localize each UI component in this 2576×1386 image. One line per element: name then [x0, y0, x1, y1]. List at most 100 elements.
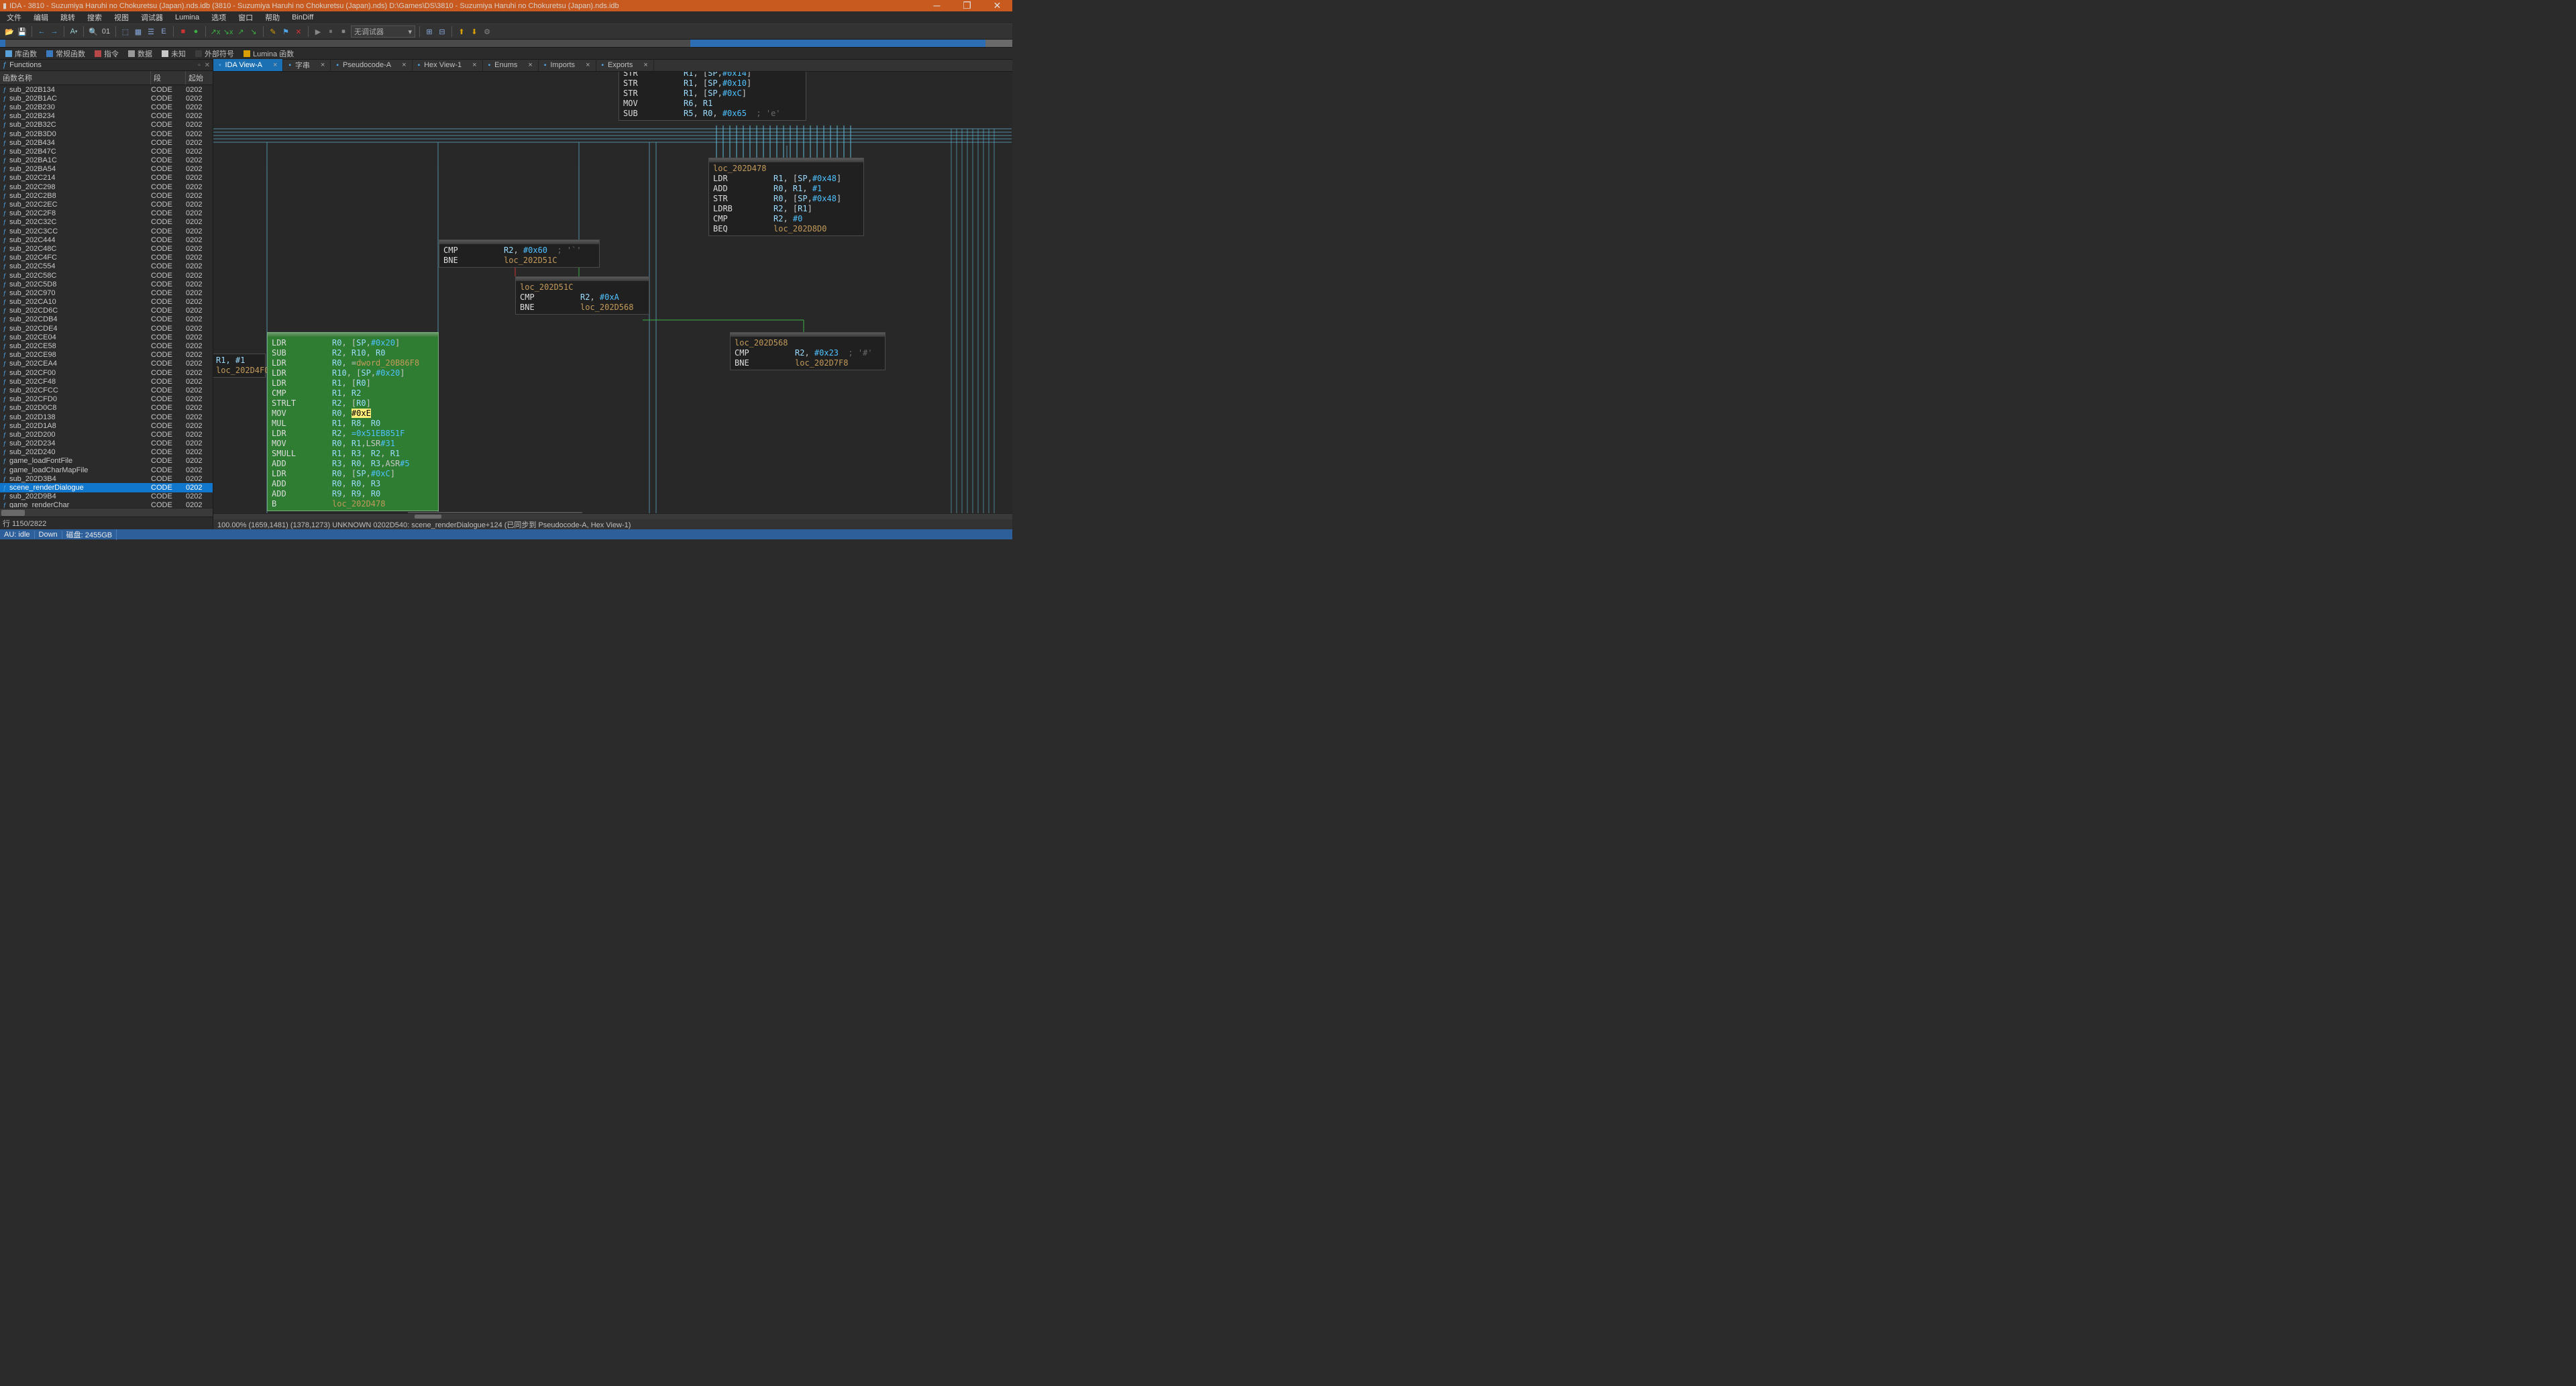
binary-search-icon[interactable]: 01 [101, 26, 111, 37]
function-row[interactable]: ƒsub_202C444CODE0202 [0, 235, 213, 244]
function-row[interactable]: ƒsub_202D3B4CODE0202 [0, 474, 213, 483]
function-row[interactable]: ƒsub_202C214CODE0202 [0, 174, 213, 182]
navigation-band[interactable] [0, 40, 1012, 48]
lumina2-icon[interactable]: ⬇ [469, 26, 480, 37]
maximize-button[interactable]: ❐ [952, 0, 982, 11]
script-icon[interactable]: ✎ [268, 26, 278, 37]
menu-window[interactable]: 窗口 [235, 11, 256, 24]
tab-exports[interactable]: ▪Exports× [596, 59, 654, 71]
function-row[interactable]: ƒgame_loadFontFileCODE0202 [0, 457, 213, 466]
enum-icon[interactable]: E [158, 26, 169, 37]
toggle-a-icon[interactable]: A▾ [68, 26, 79, 37]
run-icon[interactable]: ▶ [313, 26, 323, 37]
function-row[interactable]: ƒsub_202C970CODE0202 [0, 288, 213, 297]
function-row[interactable]: ƒsub_202CFD0CODE0202 [0, 395, 213, 404]
delete-icon[interactable]: ✕ [293, 26, 304, 37]
menu-edit[interactable]: 编辑 [31, 11, 51, 24]
tab-close-icon[interactable]: × [586, 61, 590, 69]
function-row[interactable]: ƒsub_202C4FCCODE0202 [0, 254, 213, 262]
function-row[interactable]: ƒsub_202CE58CODE0202 [0, 341, 213, 350]
graph-node-entry[interactable]: STRR1, [SP,#0x14] STRR1, [SP,#0x10] STRR… [619, 72, 806, 121]
dbg-win1-icon[interactable]: ⊞ [424, 26, 435, 37]
function-row[interactable]: ƒsub_202D0C8CODE0202 [0, 404, 213, 413]
play-green-icon[interactable]: ● [191, 26, 201, 37]
function-row[interactable]: ƒsub_202B134CODE0202 [0, 85, 213, 94]
function-row[interactable]: ƒsub_202C58CCODE0202 [0, 271, 213, 280]
function-row[interactable]: ƒgame_loadCharMapFileCODE0202 [0, 466, 213, 474]
menu-debugger[interactable]: 调试器 [138, 11, 166, 24]
lumina1-icon[interactable]: ⬆ [456, 26, 467, 37]
tab-imports[interactable]: ▪Imports× [539, 59, 596, 71]
tab-close-icon[interactable]: × [321, 61, 325, 69]
function-row[interactable]: ƒsub_202B434CODE0202 [0, 138, 213, 147]
tab-字串[interactable]: ▪字串× [283, 59, 331, 71]
function-row[interactable]: ƒsub_202C2B8CODE0202 [0, 191, 213, 200]
function-row[interactable]: ƒsub_202CEA4CODE0202 [0, 360, 213, 368]
function-row[interactable]: ƒsub_202C5D8CODE0202 [0, 280, 213, 288]
menu-lumina[interactable]: Lumina [172, 12, 202, 23]
tab-close-icon[interactable]: × [643, 61, 647, 69]
tab-close-icon[interactable]: × [402, 61, 406, 69]
function-row[interactable]: ƒsub_202CDB4CODE0202 [0, 315, 213, 324]
function-row[interactable]: ƒscene_renderDialogueCODE0202 [0, 483, 213, 492]
dbg-win2-icon[interactable]: ⊟ [437, 26, 447, 37]
function-row[interactable]: ƒsub_202CE04CODE0202 [0, 333, 213, 341]
xref-to-icon[interactable]: ↗x [210, 26, 221, 37]
tab-close-icon[interactable]: × [528, 61, 532, 69]
graph-node-selected[interactable]: LDRR0, [SP,#0x20] SUBR2, R10, R0 LDRR0, … [267, 332, 439, 511]
function-row[interactable]: ƒsub_202B1ACCODE0202 [0, 94, 213, 103]
functions-hscroll[interactable] [0, 508, 213, 517]
function-row[interactable]: ƒsub_202D240CODE0202 [0, 448, 213, 457]
graph-node-leftfrag[interactable]: R1, #1 loc_202D4F0 [213, 354, 266, 378]
function-row[interactable]: ƒsub_202C3CCCODE0202 [0, 227, 213, 235]
function-row[interactable]: ƒsub_202D1A8CODE0202 [0, 421, 213, 430]
function-row[interactable]: ƒsub_202CF00CODE0202 [0, 368, 213, 377]
function-row[interactable]: ƒsub_202C298CODE0202 [0, 182, 213, 191]
lumina3-icon[interactable]: ⚙ [482, 26, 492, 37]
function-row[interactable]: ƒsub_202BA1CCODE0202 [0, 156, 213, 165]
function-row[interactable]: ƒsub_202D9B4CODE0202 [0, 492, 213, 501]
minimize-button[interactable]: ─ [922, 0, 952, 11]
graph-node-loc51c[interactable]: loc_202D51C CMPR2, #0xA BNEloc_202D568 [515, 276, 649, 315]
function-row[interactable]: ƒsub_202C32CCODE0202 [0, 218, 213, 227]
close-button[interactable]: ✕ [982, 0, 1012, 11]
function-row[interactable]: ƒsub_202B32CCODE0202 [0, 121, 213, 129]
menu-file[interactable]: 文件 [4, 11, 24, 24]
graph-icon[interactable]: ⬚ [120, 26, 131, 37]
menu-search[interactable]: 搜索 [85, 11, 105, 24]
menu-view[interactable]: 视图 [111, 11, 131, 24]
text-search-icon[interactable]: 🔍 [88, 26, 99, 37]
function-row[interactable]: ƒsub_202CD6CCODE0202 [0, 307, 213, 315]
function-row[interactable]: ƒsub_202C2ECCODE0202 [0, 200, 213, 209]
function-row[interactable]: ƒsub_202BA54CODE0202 [0, 165, 213, 174]
graph-node-loc478[interactable]: loc_202D478 LDRR1, [SP,#0x48] ADDR0, R1,… [708, 158, 864, 236]
menu-bindiff[interactable]: BinDiff [289, 12, 316, 23]
graph-node-cmp60[interactable]: CMPR2, #0x60 ; '`' BNEloc_202D51C [439, 239, 600, 268]
function-row[interactable]: ƒgame_renderCharCODE0202 [0, 501, 213, 508]
menu-jump[interactable]: 跳转 [58, 11, 78, 24]
function-row[interactable]: ƒsub_202D200CODE0202 [0, 430, 213, 439]
function-row[interactable]: ƒsub_202CFCCCODE0202 [0, 386, 213, 394]
function-row[interactable]: ƒsub_202CA10CODE0202 [0, 298, 213, 307]
functions-header[interactable]: 函数名称 段 起始 [0, 71, 213, 85]
fwd-icon[interactable]: → [49, 26, 60, 37]
bp-icon[interactable]: ⚑ [280, 26, 291, 37]
stop2-icon[interactable]: ⏹ [338, 26, 349, 37]
function-row[interactable]: ƒsub_202C554CODE0202 [0, 262, 213, 271]
function-row[interactable]: ƒsub_202C2F8CODE0202 [0, 209, 213, 218]
function-row[interactable]: ƒsub_202D234CODE0202 [0, 439, 213, 448]
struct-icon[interactable]: ☰ [146, 26, 156, 37]
jump-icon[interactable]: ↗ [235, 26, 246, 37]
menu-help[interactable]: 帮助 [262, 11, 282, 24]
panel-close-icon[interactable]: ✕ [205, 62, 210, 69]
graph-hscroll[interactable] [213, 513, 1012, 519]
panel-float-icon[interactable]: ▫ [198, 62, 201, 69]
function-row[interactable]: ƒsub_202B234CODE0202 [0, 112, 213, 121]
function-row[interactable]: ƒsub_202CE98CODE0202 [0, 351, 213, 360]
debugger-select[interactable]: 无调试器▾ [351, 25, 415, 38]
tab-ida-view-a[interactable]: ▪IDA View-A× [213, 59, 283, 71]
function-row[interactable]: ƒsub_202B230CODE0202 [0, 103, 213, 111]
back-icon[interactable]: ← [36, 26, 47, 37]
save-icon[interactable]: 💾 [17, 26, 28, 37]
function-row[interactable]: ƒsub_202CDE4CODE0202 [0, 324, 213, 333]
